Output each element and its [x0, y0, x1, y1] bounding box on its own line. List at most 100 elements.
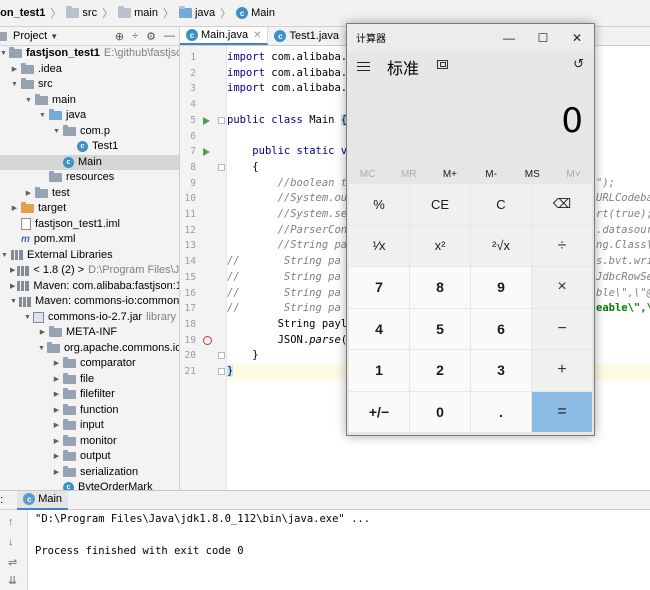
tree-item[interactable]: ▶ serialization — [0, 465, 179, 481]
chevron-down-icon[interactable]: ▼ — [24, 310, 31, 326]
calc-key[interactable]: ¹⁄x — [349, 225, 409, 266]
calc-key[interactable]: 8 — [410, 267, 470, 308]
collapse-all-icon[interactable]: ÷ — [132, 30, 138, 43]
chevron-down-icon[interactable]: ▼ — [10, 294, 17, 310]
tree-item[interactable]: ▼ src — [0, 77, 179, 93]
tree-item[interactable]: ▼ External Libraries — [0, 248, 179, 264]
chevron-down-icon[interactable]: ▼ — [24, 93, 33, 109]
project-view-selector[interactable]: Project — [13, 30, 47, 42]
memory-button[interactable]: M- — [471, 169, 512, 180]
minimize-icon[interactable]: — — [492, 24, 526, 51]
calc-key[interactable]: ÷ — [532, 225, 592, 266]
calc-key[interactable]: C — [471, 184, 531, 225]
breakpoint-icon[interactable] — [203, 335, 212, 345]
fold-icon[interactable] — [218, 368, 225, 375]
arrow-down-icon[interactable]: ↓ — [8, 536, 14, 548]
memory-button[interactable]: M+ — [429, 169, 470, 180]
tab-main-java[interactable]: c Main.java ✕ — [180, 27, 269, 45]
locate-icon[interactable]: ⊕ — [115, 30, 124, 43]
run-tab-main[interactable]: c Main — [17, 490, 69, 510]
fold-icon[interactable] — [218, 116, 225, 124]
calc-key[interactable]: − — [532, 308, 592, 349]
scroll-to-end-icon[interactable]: ⇊ — [8, 574, 17, 587]
calc-key[interactable]: × — [532, 267, 592, 308]
close-icon[interactable]: ✕ — [253, 30, 261, 41]
run-icon[interactable] — [203, 116, 210, 125]
chevron-right-icon[interactable]: ▶ — [10, 279, 15, 295]
keep-on-top-icon[interactable] — [437, 60, 448, 69]
chevron-down-icon[interactable]: ▼ — [0, 46, 7, 62]
chevron-right-icon[interactable]: ▶ — [52, 465, 61, 481]
tree-item[interactable]: ▶ file — [0, 372, 179, 388]
chevron-right-icon[interactable]: ▶ — [52, 372, 61, 388]
calc-key[interactable]: 3 — [471, 350, 531, 391]
gear-icon[interactable]: ⚙ — [146, 30, 156, 43]
tree-item[interactable]: ▼ com.p — [0, 124, 179, 140]
tree-item[interactable]: c Main — [0, 154, 179, 170]
calc-key[interactable]: 1 — [349, 350, 409, 391]
calc-key[interactable]: 5 — [410, 308, 470, 349]
memory-button[interactable]: MR — [388, 169, 429, 180]
tree-item[interactable]: fastjson_test1.iml — [0, 217, 179, 233]
tree-item[interactable]: ▶ filefilter — [0, 387, 179, 403]
tree-item[interactable]: ▶ function — [0, 403, 179, 419]
calc-key[interactable]: 9 — [471, 267, 531, 308]
calculator-titlebar[interactable]: 计算器 — ☐ ✕ — [347, 24, 594, 51]
breadcrumb-main[interactable]: main — [118, 6, 158, 19]
calc-key[interactable]: x² — [410, 225, 470, 266]
run-icon[interactable] — [203, 148, 210, 157]
tree-item[interactable]: ▼ fastjson_test1E:\github\fastjson_test — [0, 46, 179, 62]
chevron-down-icon[interactable]: ▼ — [10, 77, 19, 93]
chevron-right-icon[interactable]: ▶ — [52, 418, 61, 434]
calc-key[interactable]: % — [349, 184, 409, 225]
chevron-right-icon[interactable]: ▶ — [10, 62, 19, 78]
tree-item[interactable]: ▶ output — [0, 449, 179, 465]
tree-item[interactable]: ▼ Maven: commons-io:commons-io:2 — [0, 294, 179, 310]
calc-key[interactable]: 6 — [471, 308, 531, 349]
calc-key[interactable]: CE — [410, 184, 470, 225]
chevron-right-icon[interactable]: ▶ — [38, 325, 47, 341]
chevron-right-icon[interactable]: ▶ — [52, 434, 61, 450]
chevron-down-icon[interactable]: ▼ — [52, 124, 61, 140]
tree-item[interactable]: ▶ < 1.8 (2) >D:\Program Files\Java\ — [0, 263, 179, 279]
breadcrumb-java[interactable]: java — [178, 6, 215, 19]
tree-item[interactable]: ▶ monitor — [0, 434, 179, 450]
tree-item[interactable]: ▼ java — [0, 108, 179, 124]
breadcrumb-project[interactable]: json_test1 — [0, 7, 45, 19]
tree-item[interactable]: ▶ target — [0, 201, 179, 217]
calc-key[interactable]: ²√x — [471, 225, 531, 266]
history-icon[interactable]: ↺ — [573, 56, 584, 72]
breadcrumb-main-class[interactable]: c Main — [236, 7, 275, 19]
calc-key[interactable]: +/− — [349, 391, 409, 432]
chevron-down-icon[interactable]: ▼ — [50, 32, 58, 41]
tree-item[interactable]: ▶ input — [0, 418, 179, 434]
memory-button[interactable]: MC — [347, 169, 388, 180]
tree-item[interactable]: c ByteOrderMark — [0, 480, 179, 490]
maximize-icon[interactable]: ☐ — [526, 24, 560, 51]
tree-item[interactable]: ▼ org.apache.commons.io — [0, 341, 179, 357]
tree-item[interactable]: m pom.xml — [0, 232, 179, 248]
chevron-right-icon[interactable]: ▶ — [10, 263, 15, 279]
calc-key[interactable]: 7 — [349, 267, 409, 308]
tree-item[interactable]: resources — [0, 170, 179, 186]
hide-icon[interactable]: — — [164, 30, 175, 43]
chevron-right-icon[interactable]: ▶ — [52, 449, 61, 465]
calc-key[interactable]: 0 — [410, 391, 470, 432]
memory-button[interactable]: M˅ — [553, 169, 594, 180]
calc-key[interactable]: . — [471, 391, 531, 432]
tree-item[interactable]: ▶ META-INF — [0, 325, 179, 341]
chevron-right-icon[interactable]: ▶ — [52, 387, 61, 403]
fold-icon[interactable] — [218, 352, 225, 360]
arrow-up-icon[interactable]: ↑ — [8, 516, 14, 528]
calc-key[interactable]: 4 — [349, 308, 409, 349]
fold-icon[interactable] — [218, 163, 225, 171]
breadcrumb-src[interactable]: src — [66, 6, 97, 19]
menu-icon[interactable] — [357, 62, 370, 71]
tree-item[interactable]: c Test1 — [0, 139, 179, 155]
chevron-down-icon[interactable]: ▼ — [0, 248, 9, 264]
close-icon[interactable]: ✕ — [560, 24, 594, 51]
tree-item[interactable]: ▶ comparator — [0, 356, 179, 372]
memory-button[interactable]: MS — [512, 169, 553, 180]
chevron-right-icon[interactable]: ▶ — [10, 201, 19, 217]
calc-key[interactable]: + — [532, 350, 592, 391]
